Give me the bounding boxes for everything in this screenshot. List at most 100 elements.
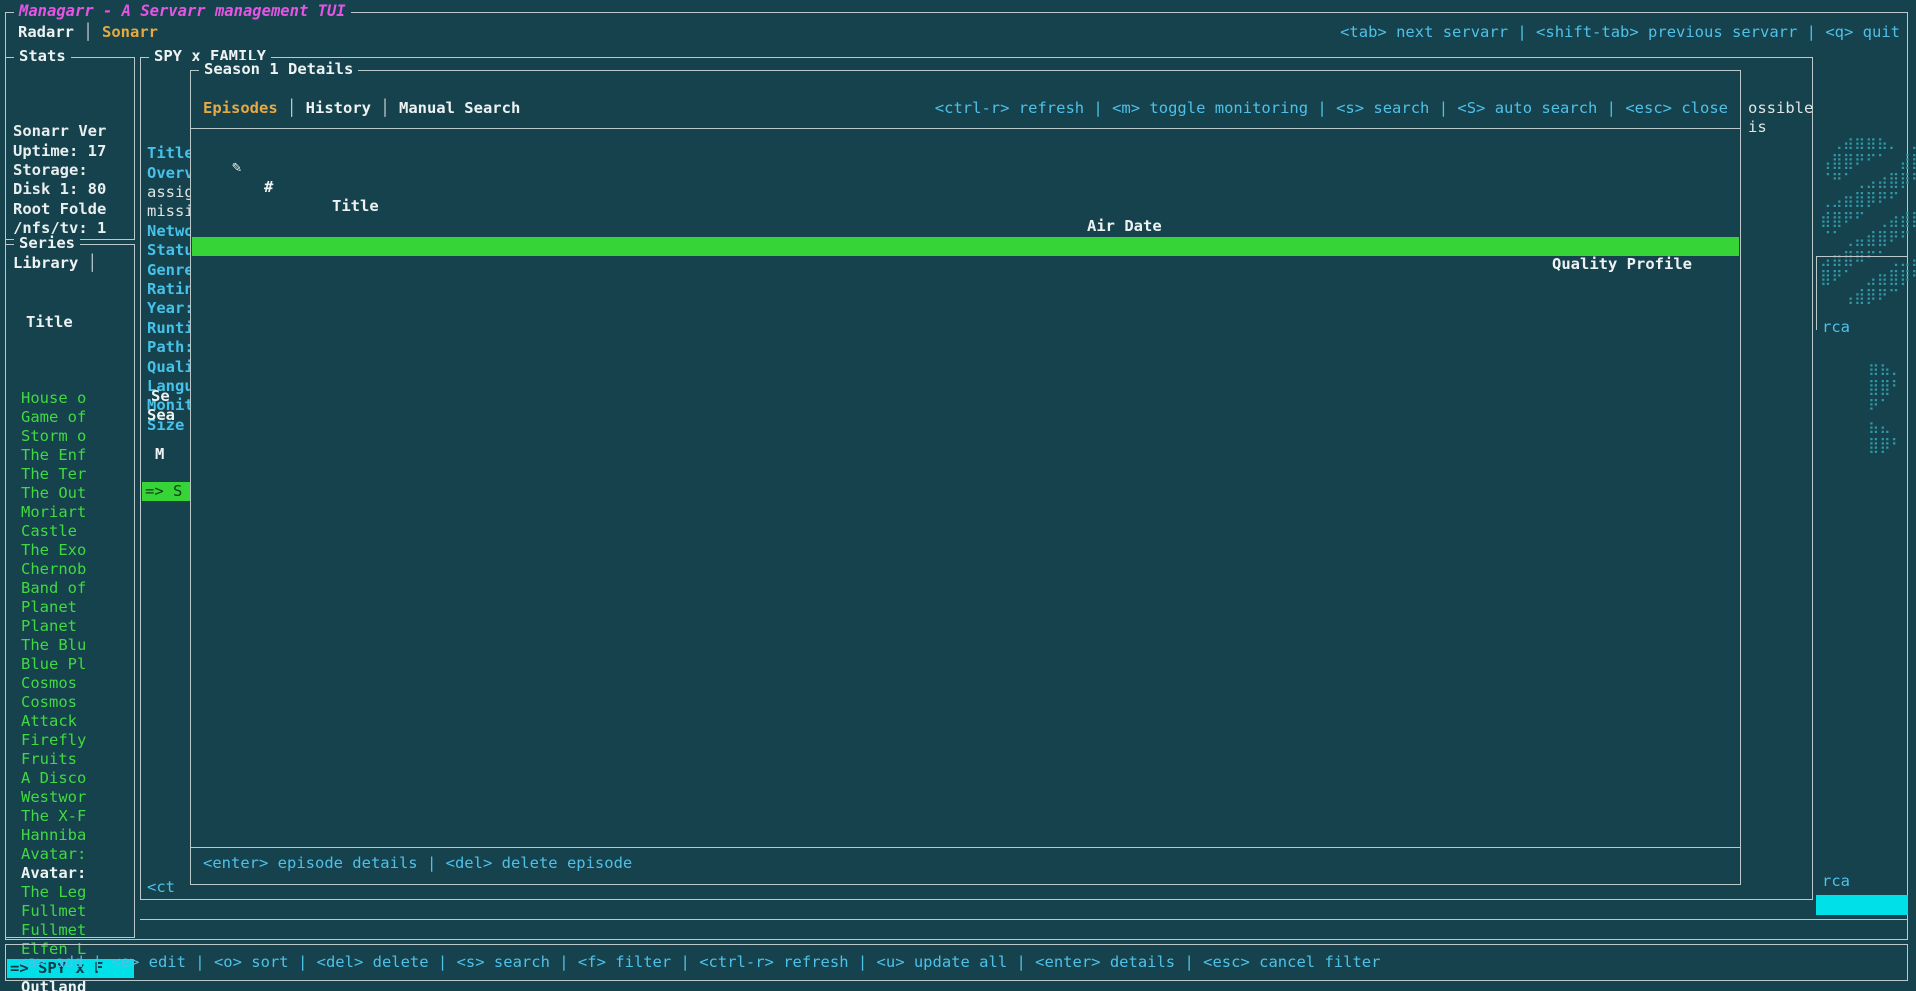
series-list-item[interactable]: Moriart xyxy=(7,503,134,522)
series-detail-field-fragment: assig xyxy=(147,183,192,202)
app-root: Managarr - A Servarr management TUI Rada… xyxy=(0,0,1916,991)
series-list-item[interactable]: The Out xyxy=(7,484,134,503)
episode-row[interactable]: ✎ 7 THE TARGET'S SECOND SON 2022-05-21 1… xyxy=(192,702,1739,721)
text-artifact: is xyxy=(1748,118,1767,137)
logo-artifact: ⠀⢀⣴⣶⣶⣦⡀⠀⣰⢠⣿⣿⠟⠋⠁⠀⣼⣿⠈⠛⠁⢀⣠⣴⣿⡿⠋⢀⣠⣶⣿⡿⠟⠋⠀⢀⣾⣿⠟⠋… xyxy=(1820,74,1916,307)
series-list-item[interactable]: House o xyxy=(7,389,134,408)
logo-artifact-line: ⣿⠟⠁⠀⣠⣶⣿⡿⠃ xyxy=(1820,268,1916,287)
series-list-item[interactable]: Game of xyxy=(7,408,134,427)
series-list-item[interactable]: Attack xyxy=(7,712,134,731)
series-list-item[interactable]: Band of xyxy=(7,579,134,598)
series-title: A Disco xyxy=(21,769,86,787)
series-list-item[interactable]: The Exo xyxy=(7,541,134,560)
series-panel: Series Library │ Title House oGame ofSto… xyxy=(5,244,135,938)
series-detail-field-fragment: Genre xyxy=(147,261,192,280)
series-title: The Exo xyxy=(21,541,86,559)
series-title: Fruits xyxy=(21,750,77,768)
series-title: Cosmos xyxy=(21,674,77,692)
logo-artifact-line: ⣾⣿⠟⠋⠀⢀⣴⣾⣿ xyxy=(1820,210,1916,229)
logo-artifact-line: ⠀⢀⣴⣶⣶⣦⡀⠀⣰ xyxy=(1820,132,1916,151)
series-column-header: Title xyxy=(26,313,73,332)
series-detail-field-fragment: missi xyxy=(147,202,192,221)
series-title: The Out xyxy=(21,484,86,502)
series-list-item[interactable]: Blue Pl xyxy=(7,655,134,674)
series-list-item[interactable]: Castle xyxy=(7,522,134,541)
series-list-item[interactable]: Planet xyxy=(7,617,134,636)
logo-artifact-line: ⠟⠁⠀ xyxy=(1868,397,1905,416)
episode-row[interactable]: => ✎ 1 OPERATION STRIX 2022-04-09 14:00:… xyxy=(192,237,1739,256)
series-list-item[interactable]: The X-F xyxy=(7,807,134,826)
details-keybind-fragment: <ct xyxy=(147,878,175,897)
border-artifact xyxy=(1816,256,1908,257)
series-list-item[interactable]: Westwor xyxy=(7,788,134,807)
series-title: Firefly xyxy=(21,731,86,749)
series-title: Band of xyxy=(21,579,86,597)
episode-row[interactable]: ✎ 3 PREPARE FOR THE INTERVIEW 2022-04-23… xyxy=(192,392,1739,411)
tab-history[interactable]: History xyxy=(306,99,371,117)
series-list-item[interactable]: Cosmos xyxy=(7,674,134,693)
series-list-item[interactable]: Planet xyxy=(7,598,134,617)
series-list-item[interactable]: The Enf xyxy=(7,446,134,465)
logo-artifact-line: ⣠⣶⣿⠿⠋⠁⢀⣀⣄ xyxy=(1820,249,1916,268)
library-tab-separator: │ xyxy=(78,254,97,272)
series-list-item[interactable]: Fruits xyxy=(7,750,134,769)
series-title: The Blu xyxy=(21,636,86,654)
series-panel-title: Series xyxy=(14,234,80,253)
text-artifact: ossible xyxy=(1748,99,1813,118)
episode-row[interactable]: ✎ 10 THE GREAT DODGEBALL PLAN 2022-06-11… xyxy=(192,935,1739,954)
seasons-panel-title-fragment: Se xyxy=(151,387,170,406)
servarr-tabbar: Radarr │ Sonarr xyxy=(18,23,158,42)
series-title: Cosmos xyxy=(21,693,77,711)
series-detail-field-fragment: Runti xyxy=(147,319,192,338)
seasons-monitored-fragment: M xyxy=(155,445,164,464)
series-list-item[interactable]: Fullmet xyxy=(7,921,134,940)
series-list-item[interactable]: Fullmet xyxy=(7,902,134,921)
series-title: The Ter xyxy=(21,465,86,483)
series-title: The X-F xyxy=(21,807,86,825)
popup-tabbar: Episodes │ History │ Manual Search xyxy=(203,99,520,118)
episode-row[interactable]: ✎ 4 THE PRESTIGIOUS SCHOOL'S INTERVIEW 2… xyxy=(192,469,1739,488)
selected-season-fragment: => S xyxy=(142,482,191,501)
series-title: Avatar: xyxy=(21,845,86,863)
popup-footer-hints: <enter> episode details | <del> delete e… xyxy=(203,854,632,873)
popup-tab-divider xyxy=(191,128,1740,129)
series-list-item[interactable]: Cosmos xyxy=(7,693,134,712)
series-list-item[interactable]: The Blu xyxy=(7,636,134,655)
tab-radarr[interactable]: Radarr xyxy=(18,23,74,41)
episode-row[interactable]: ✎ 5 WILL THEY PASS OR FAIL? 2022-05-07 1… xyxy=(192,547,1739,566)
series-list-item[interactable]: Avatar: xyxy=(7,864,134,883)
series-title: Storm o xyxy=(21,427,86,445)
series-title: Hanniba xyxy=(21,826,86,844)
highlight-artifact xyxy=(1816,895,1908,915)
series-list-item[interactable]: The Ter xyxy=(7,465,134,484)
series-list-item[interactable]: Storm o xyxy=(7,427,134,446)
series-list-item[interactable]: Firefly xyxy=(7,731,134,750)
logo-artifact-line: ⠈⠁⢀⣤⣾⣿⠟⠋⠀ xyxy=(1820,229,1916,248)
seasons-header-fragment: Sea xyxy=(147,406,175,425)
logo-artifact-line: ⣦⣄⠀ xyxy=(1868,416,1905,435)
tab-episodes[interactable]: Episodes xyxy=(203,99,278,117)
series-list-item[interactable]: Chernob xyxy=(7,560,134,579)
series-title: The Leg xyxy=(21,883,86,901)
tab-manual-search[interactable]: Manual Search xyxy=(399,99,520,117)
episode-row[interactable]: ✎ 2 SECURE A WIFE 2022-04-16 14:00:00 UT… xyxy=(192,314,1739,333)
series-title: Planet xyxy=(21,617,77,635)
episode-row[interactable]: ✎ 8 THE COUNTER-SECRET POLICE COVER OPER… xyxy=(192,780,1739,799)
popup-tab-separator: │ xyxy=(278,99,306,117)
series-title: Planet xyxy=(21,598,77,616)
series-title: Game of xyxy=(21,408,86,426)
series-title: The Enf xyxy=(21,446,86,464)
series-list-item[interactable]: The Leg xyxy=(7,883,134,902)
tab-library[interactable]: Library xyxy=(13,254,78,272)
series-list-item[interactable]: Avatar: xyxy=(7,845,134,864)
tab-sonarr[interactable]: Sonarr xyxy=(102,23,158,41)
series-title: Chernob xyxy=(21,560,86,578)
series-list-item[interactable]: Hanniba xyxy=(7,826,134,845)
series-list-item[interactable]: A Disco xyxy=(7,769,134,788)
episode-row[interactable]: ✎ 6 THE FRIENDSHIP SCHEME 2022-05-14 14:… xyxy=(192,625,1739,644)
stat-line: Uptime: 17 xyxy=(13,142,106,161)
series-tabbar: Library │ xyxy=(13,254,97,273)
series-detail-field-fragment: Title xyxy=(147,144,192,163)
episodes-table-header: ✎ # Title Air Date Size on Disk Quality … xyxy=(192,139,1739,158)
servarr-tab-separator: │ xyxy=(74,23,102,41)
